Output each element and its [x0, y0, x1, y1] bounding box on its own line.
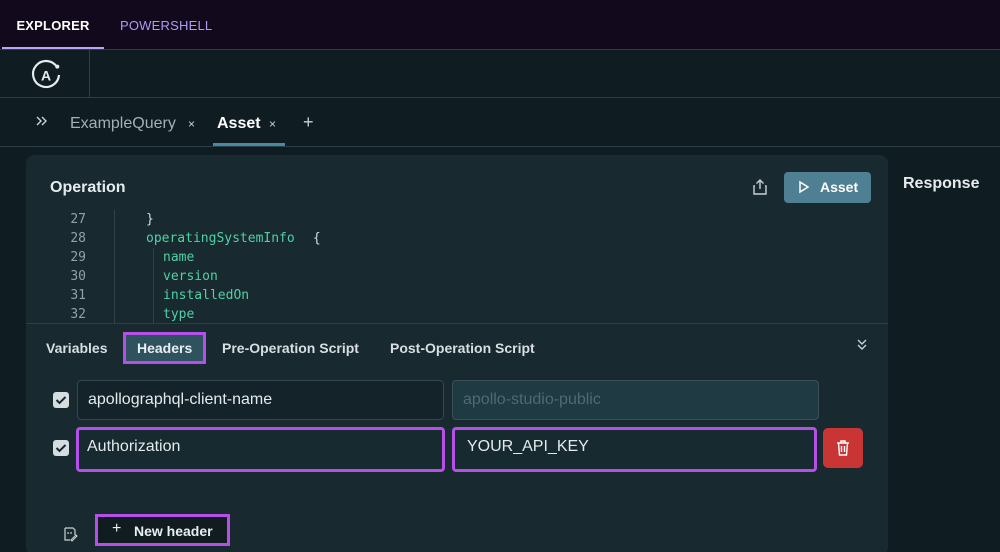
header-value-input[interactable]: apollo-studio-public	[452, 380, 819, 420]
code-text: }	[146, 212, 154, 227]
plus-icon: +	[112, 520, 122, 537]
header-checkbox[interactable]	[53, 440, 69, 456]
close-examplequery-tab-icon[interactable]: ×	[188, 98, 195, 150]
double-chevron-right-icon[interactable]	[36, 116, 48, 126]
checkmark-icon	[55, 396, 67, 405]
line-number: 29	[70, 250, 86, 265]
code-line: 31 installedOn	[26, 288, 826, 307]
header-key-input[interactable]: apollographql-client-name	[77, 380, 444, 420]
operation-title: Operation	[50, 179, 126, 196]
code-text: version	[163, 269, 218, 284]
code-text: name	[163, 250, 195, 265]
tab-examplequery[interactable]: ExampleQuery	[70, 98, 176, 146]
tab-pre-operation-script[interactable]: Pre-Operation Script	[222, 332, 359, 364]
tab-post-operation-script[interactable]: Post-Operation Script	[390, 332, 535, 364]
divider	[26, 323, 888, 324]
line-number: 32	[70, 307, 86, 322]
trash-icon	[837, 440, 849, 456]
tab-headers[interactable]: Headers	[123, 332, 207, 364]
play-icon	[799, 180, 810, 194]
new-header-button[interactable]: + New header	[95, 514, 230, 546]
double-chevron-down-icon[interactable]	[856, 338, 868, 352]
top-nav: EXPLORER POWERSHELL	[0, 0, 1000, 50]
logo-cell: A	[0, 50, 90, 97]
header-key-input[interactable]: Authorization	[76, 427, 445, 472]
code-text: installedOn	[163, 288, 250, 303]
checkmark-icon	[55, 444, 67, 453]
line-number: 30	[70, 269, 86, 284]
code-brace: {	[305, 231, 321, 246]
code-line: 28 operatingSystemInfo {	[26, 231, 826, 250]
edit-headers-icon[interactable]	[62, 526, 78, 542]
line-number: 28	[70, 231, 86, 246]
code-line: 30 version	[26, 269, 826, 288]
run-button-label: Asset	[820, 179, 859, 195]
code-text: operatingSystemInfo	[146, 231, 295, 246]
code-editor[interactable]: 27 } 28 operatingSystemInfo { 29 name 30…	[26, 210, 888, 324]
delete-header-button[interactable]	[823, 428, 863, 468]
svg-text:A: A	[41, 68, 51, 84]
new-header-label: New header	[134, 523, 213, 539]
operation-panel: Operation Asset 27 } 28 operatingSystemI…	[26, 155, 888, 552]
apollo-logo-icon[interactable]: A	[29, 58, 63, 92]
share-icon[interactable]	[752, 178, 768, 196]
line-number: 31	[70, 288, 86, 303]
tab-explorer[interactable]: EXPLORER	[2, 0, 104, 49]
tab-variables[interactable]: Variables	[46, 332, 108, 364]
close-asset-tab-icon[interactable]: ×	[269, 98, 276, 150]
run-operation-button[interactable]: Asset	[784, 172, 871, 203]
tab-powershell[interactable]: POWERSHELL	[120, 0, 212, 49]
add-tab-button[interactable]: +	[303, 98, 314, 146]
line-number: 27	[70, 212, 86, 227]
code-line: 29 name	[26, 250, 826, 269]
code-text: type	[163, 307, 195, 322]
response-title: Response	[903, 175, 980, 192]
code-line: 32 type	[26, 307, 826, 324]
logo-row: A	[0, 50, 1000, 98]
code-line: 27 }	[26, 212, 826, 231]
query-tabs: ExampleQuery × Asset × +	[0, 98, 1000, 147]
header-value-input[interactable]: YOUR_API_KEY	[452, 427, 817, 472]
header-checkbox[interactable]	[53, 392, 69, 408]
